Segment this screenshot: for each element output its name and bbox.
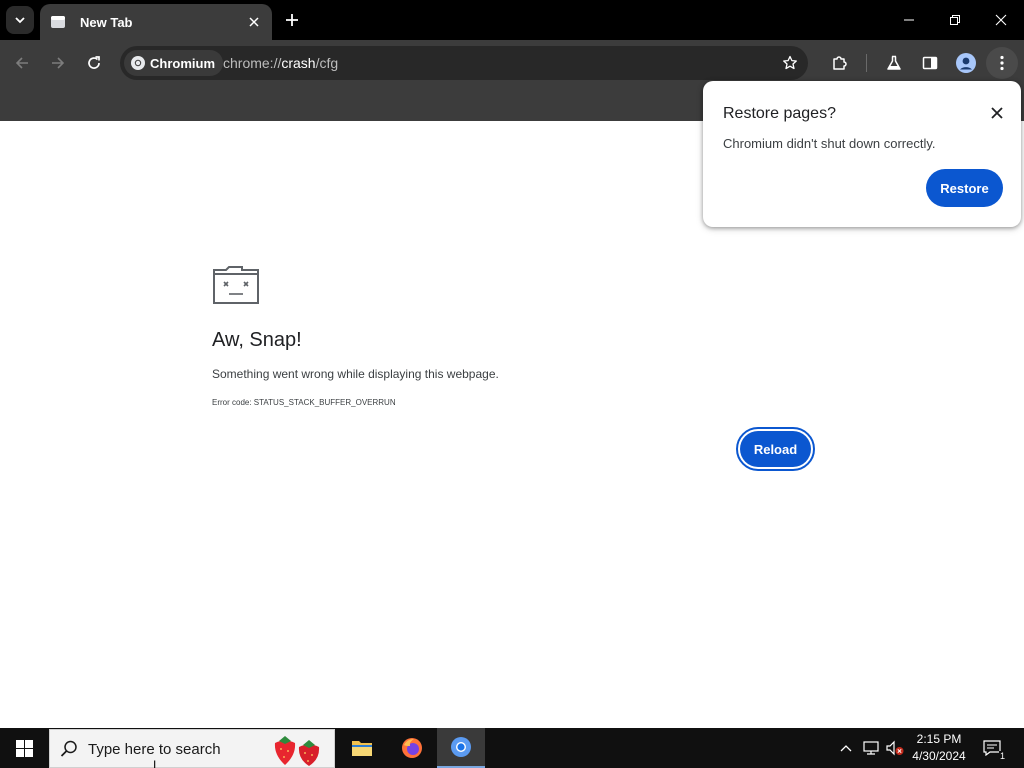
avatar-icon: [956, 53, 976, 73]
firefox-icon: [402, 738, 422, 758]
search-icon: [60, 740, 77, 757]
close-icon: [995, 14, 1007, 26]
bookmark-button[interactable]: [778, 51, 802, 75]
star-icon: [783, 55, 797, 70]
folder-icon: [352, 741, 372, 756]
toolbar-separator: [866, 54, 867, 72]
reload-button[interactable]: Reload: [736, 427, 815, 471]
taskbar-clock[interactable]: 2:15 PM 4/30/2024: [908, 731, 970, 765]
restore-button[interactable]: Restore: [926, 169, 1003, 207]
reload-toolbar-button[interactable]: [78, 47, 110, 79]
network-icon: [863, 741, 879, 755]
windows-logo-icon: [15, 739, 33, 757]
url-scheme: chrome://: [223, 55, 282, 71]
start-button[interactable]: [0, 728, 48, 768]
chevron-up-icon: [840, 745, 852, 752]
sad-tab-icon: [212, 265, 260, 310]
clock-time: 2:15 PM: [916, 732, 962, 746]
site-chip-label: Chromium: [150, 55, 215, 71]
volume-tray-button[interactable]: [885, 738, 905, 758]
back-button[interactable]: [6, 47, 38, 79]
crash-title: Aw, Snap!: [212, 329, 302, 351]
more-vert-icon: [1000, 55, 1004, 71]
minimize-icon: [904, 19, 914, 21]
restore-window-button[interactable]: [932, 0, 978, 40]
close-window-button[interactable]: [978, 0, 1024, 40]
arrow-right-icon: [52, 57, 65, 69]
title-bar: New Tab: [0, 0, 1024, 40]
arrow-left-icon: [15, 57, 28, 69]
text-cursor-icon: I: [153, 758, 157, 768]
side-panel-button[interactable]: [914, 47, 946, 79]
network-tray-button[interactable]: [861, 738, 881, 758]
menu-button[interactable]: [986, 47, 1018, 79]
site-info-chip[interactable]: Chromium: [124, 50, 223, 76]
reload-button-label: Reload: [740, 431, 811, 467]
chevron-down-icon: [15, 17, 25, 24]
taskbar-app-file-explorer[interactable]: [338, 728, 386, 768]
close-icon: [991, 107, 1003, 119]
clock-date: 4/30/2024: [912, 749, 966, 763]
new-tab-button[interactable]: [280, 8, 304, 32]
crash-message: Something went wrong while displaying th…: [212, 367, 499, 381]
tab-close-button[interactable]: [244, 12, 264, 32]
taskbar-app-firefox[interactable]: [388, 728, 436, 768]
notification-center-button[interactable]: 1: [978, 736, 1006, 761]
taskbar-search-box[interactable]: Type here to search: [49, 729, 335, 768]
strawberry-icon: [274, 736, 320, 766]
refresh-icon: [88, 56, 100, 69]
dialog-close-button[interactable]: [987, 103, 1007, 123]
tab-title: New Tab: [80, 14, 133, 30]
url-path: /cfg: [315, 55, 339, 71]
search-placeholder: Type here to search: [88, 741, 221, 758]
extensions-button[interactable]: [824, 47, 856, 79]
volume-muted-icon: [886, 740, 904, 756]
tab-search-button[interactable]: [6, 6, 34, 34]
new-tab-page-icon: [50, 14, 66, 30]
address-bar[interactable]: Chromium chrome://crash/cfg: [120, 46, 808, 80]
taskbar-app-chromium[interactable]: [437, 728, 485, 768]
notification-count-badge: 1: [998, 751, 1006, 761]
crash-error-code: Error code: STATUS_STACK_BUFFER_OVERRUN: [212, 398, 396, 407]
url-text: chrome://crash/cfg: [223, 55, 338, 71]
tab-new-tab[interactable]: New Tab: [40, 4, 272, 40]
minimize-button[interactable]: [886, 0, 932, 40]
plus-icon: [286, 14, 298, 26]
dialog-message: Chromium didn't shut down correctly.: [723, 136, 936, 151]
dialog-title: Restore pages?: [723, 105, 836, 122]
restore-window-icon: [950, 15, 960, 25]
chromium-icon: [451, 737, 471, 757]
browser-toolbar: Chromium chrome://crash/cfg: [0, 40, 1024, 86]
url-host: crash: [281, 55, 316, 71]
side-panel-icon: [922, 56, 938, 70]
restore-pages-dialog: Restore pages? Chromium didn't shut down…: [703, 81, 1021, 227]
show-hidden-icons-button[interactable]: [836, 738, 856, 758]
flask-icon: [887, 55, 901, 70]
puzzle-icon: [833, 56, 847, 70]
labs-button[interactable]: [878, 47, 910, 79]
forward-button[interactable]: [42, 47, 74, 79]
profile-button[interactable]: [950, 47, 982, 79]
chromium-icon: [131, 56, 145, 70]
close-icon: [249, 17, 259, 27]
